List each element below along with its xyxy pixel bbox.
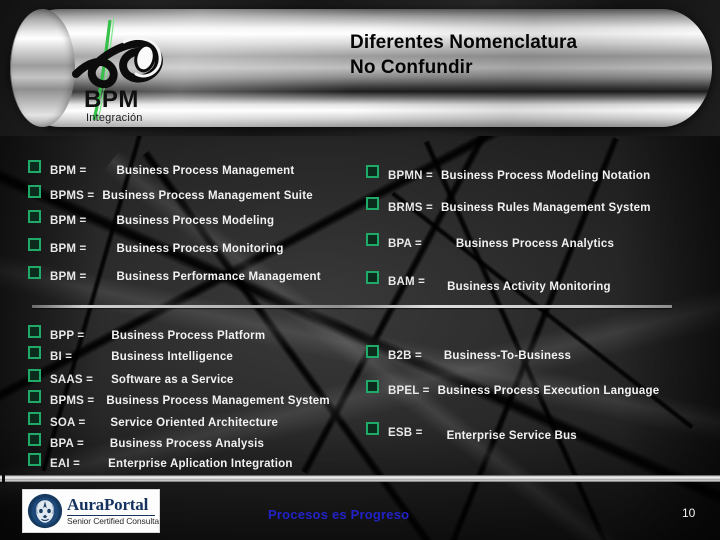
acronym-definition: Business-To-Business [443, 350, 572, 362]
checkbox-bullet-icon [28, 412, 41, 425]
acronym-definition: Business Performance Management [116, 271, 321, 283]
checkbox-bullet-icon [28, 238, 41, 251]
checkbox-bullet-icon [28, 433, 41, 446]
acronym-label: BPEL = [388, 385, 430, 397]
acronym-label: BAM = [388, 276, 426, 288]
acronym-definition: Business Process Platform [111, 330, 266, 342]
acronym-row: BPMN = Business Process Modeling Notatio… [366, 165, 651, 182]
acronym-label: BPM = [50, 243, 87, 255]
acronym-definition: Business Process Analysis [109, 438, 265, 450]
page-number: 10 [682, 506, 696, 520]
acronym-definition: Business Process Management [116, 165, 295, 177]
acronym-row: EAI = Enterprise Aplication Integration [28, 453, 293, 470]
acronym-label: BPA = [388, 238, 422, 250]
slide-header: BPM Integración Diferentes Nomenclatura … [0, 0, 720, 136]
lion-head-icon [27, 493, 63, 529]
acronym-definition: Business Process Modeling [116, 215, 275, 227]
acronym-definition: Service Oriented Architecture [110, 417, 279, 429]
checkbox-bullet-icon [28, 390, 41, 403]
checkbox-bullet-icon [28, 369, 41, 382]
acronym-definition: Business Process Monitoring [116, 243, 284, 255]
acronym-label: BPA = [50, 438, 84, 450]
logo-bpm-subtitle: Integración [86, 112, 143, 124]
acronym-row: BPMS = Business Process Management Syste… [28, 390, 330, 407]
acronym-row: ESB = Enterprise Service Bus [366, 422, 577, 442]
checkbox-bullet-icon [28, 346, 41, 359]
acronym-label: BPM = [50, 215, 87, 227]
acronym-label: BPM = [50, 271, 87, 283]
acronym-definition: Enterprise Service Bus [446, 430, 577, 442]
section-divider [32, 305, 672, 308]
checkbox-bullet-icon [366, 197, 379, 210]
acronym-label: BPM = [50, 165, 87, 177]
auraportal-name: AuraPortal [67, 495, 149, 514]
acronym-definition: Enterprise Aplication Integration [108, 458, 293, 470]
acronym-label: BPP = [50, 330, 85, 342]
acronym-label: EAI = [50, 458, 81, 470]
checkbox-bullet-icon [28, 325, 41, 338]
acronym-row: BPM = Business Performance Management [28, 266, 321, 283]
acronym-row: B2B = Business-To-Business [366, 345, 572, 362]
acronym-label: BRMS = [388, 202, 433, 214]
checkbox-bullet-icon [366, 345, 379, 358]
acronym-label: SOA = [50, 417, 86, 429]
checkbox-bullet-icon [366, 422, 379, 435]
slide-canvas: BPM Integración Diferentes Nomenclatura … [0, 0, 720, 540]
acronym-row: BI = Business Intelligence [28, 346, 234, 363]
checkbox-bullet-icon [366, 271, 379, 284]
acronym-label: ESB = [388, 427, 423, 439]
acronym-definition: Business Process Modeling Notation [440, 170, 651, 182]
acronym-label: BI = [50, 351, 73, 363]
acronym-definition: Business Rules Management System [440, 202, 651, 214]
acronym-row: BAM = Business Activity Monitoring [366, 271, 611, 293]
acronym-definition: Business Process Management Suite [102, 190, 313, 202]
acronym-definition: Business Process Analytics [455, 238, 615, 250]
acronym-label: BPMS = [50, 190, 95, 202]
acronym-row: BRMS = Business Rules Management System [366, 197, 651, 214]
auraportal-logo: AuraPortal Senior Certified Consultant [22, 489, 160, 533]
checkbox-bullet-icon [28, 266, 41, 279]
acronym-label: SAAS = [50, 374, 94, 386]
acronym-row: BPM = Business Process Management [28, 160, 295, 177]
footer-divider-bar [0, 473, 720, 484]
checkbox-bullet-icon [366, 165, 379, 178]
checkbox-bullet-icon [366, 380, 379, 393]
acronym-row: BPEL = Business Process Execution Langua… [366, 380, 660, 397]
bpm-integracion-logo: BPM Integración [62, 14, 202, 126]
acronym-row: BPM = Business Process Modeling [28, 210, 275, 227]
checkbox-bullet-icon [28, 210, 41, 223]
auraportal-subtitle: Senior Certified Consultant [67, 516, 160, 526]
acronym-label: BPMS = [50, 395, 95, 407]
checkbox-bullet-icon [28, 453, 41, 466]
acronym-row: SOA = Service Oriented Architecture [28, 412, 279, 429]
acronym-row: BPM = Business Process Monitoring [28, 238, 284, 255]
acronym-row: SAAS = Software as a Service [28, 369, 234, 386]
page-title: Diferentes Nomenclatura No Confundir [350, 32, 578, 78]
checkbox-bullet-icon [28, 160, 41, 173]
logo-bpm-title: BPM [84, 86, 139, 113]
acronym-row: BPP = Business Process Platform [28, 325, 266, 342]
acronym-label: BPMN = [388, 170, 433, 182]
checkbox-bullet-icon [28, 185, 41, 198]
acronym-row: BPMS = Business Process Management Suite [28, 185, 313, 202]
footer-tagline: Procesos es Progreso [268, 507, 410, 522]
checkbox-bullet-icon [366, 233, 379, 246]
acronym-definition: Business Intelligence [111, 351, 234, 363]
acronym-row: BPA = Business Process Analysis [28, 433, 265, 450]
acronym-definition: Business Activity Monitoring [447, 281, 611, 293]
acronym-definition: Business Process Execution Language [437, 385, 660, 397]
acronym-definition: Software as a Service [111, 374, 234, 386]
acronym-row: BPA = Business Process Analytics [366, 233, 615, 250]
acronym-label: B2B = [388, 350, 422, 362]
acronym-definition: Business Process Management System [106, 395, 330, 407]
